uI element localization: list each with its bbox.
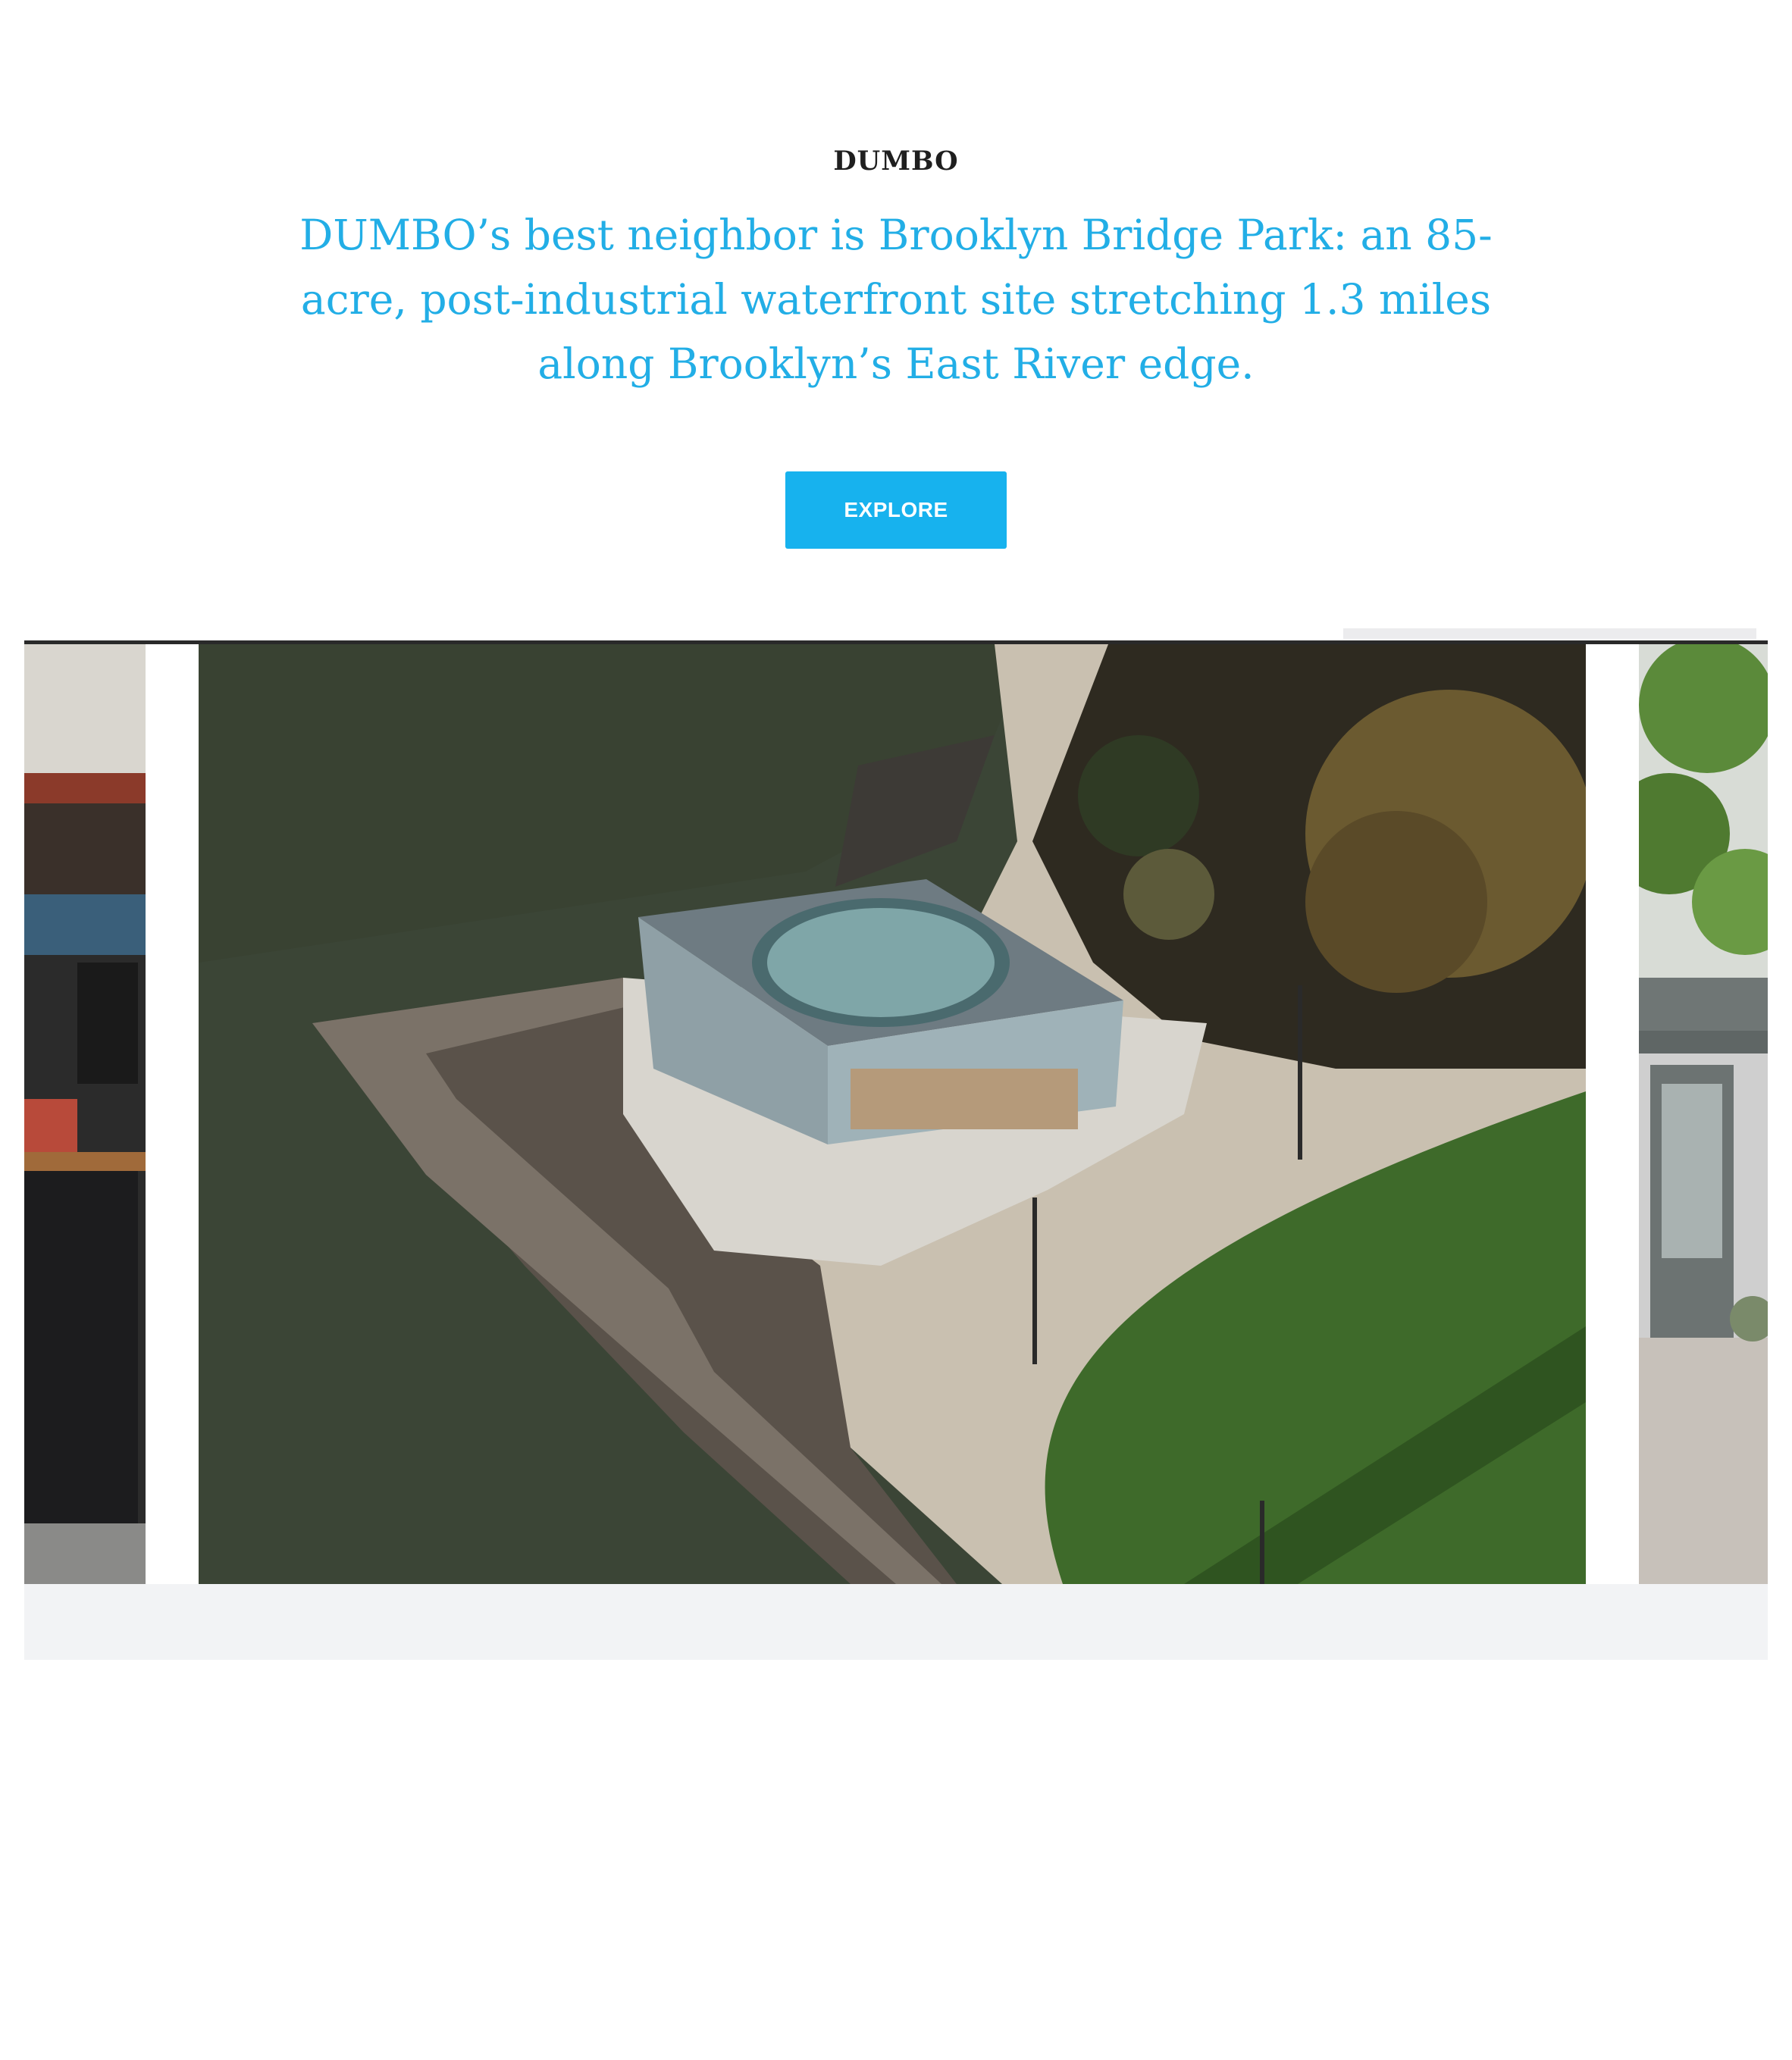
slide-gap	[1586, 644, 1639, 1584]
warehouse-interior-photo	[24, 644, 146, 1584]
photo-carousel[interactable]	[24, 640, 1768, 1660]
janes-carousel-aerial-photo	[199, 644, 1586, 1584]
slide-warehouse-interior[interactable]	[24, 644, 146, 1584]
slide-storefront[interactable]	[1639, 644, 1768, 1584]
section-eyebrow: DUMBO	[833, 146, 959, 177]
slide-carousel-aerial[interactable]	[199, 644, 1586, 1584]
section-headline: DUMBO’s best neighbor is Brooklyn Bridge…	[299, 211, 1493, 388]
carousel-top-edge	[1343, 628, 1756, 639]
storefront-street-photo	[1639, 644, 1768, 1584]
explore-button[interactable]: EXPLORE	[785, 471, 1007, 549]
slide-gap	[146, 644, 199, 1584]
